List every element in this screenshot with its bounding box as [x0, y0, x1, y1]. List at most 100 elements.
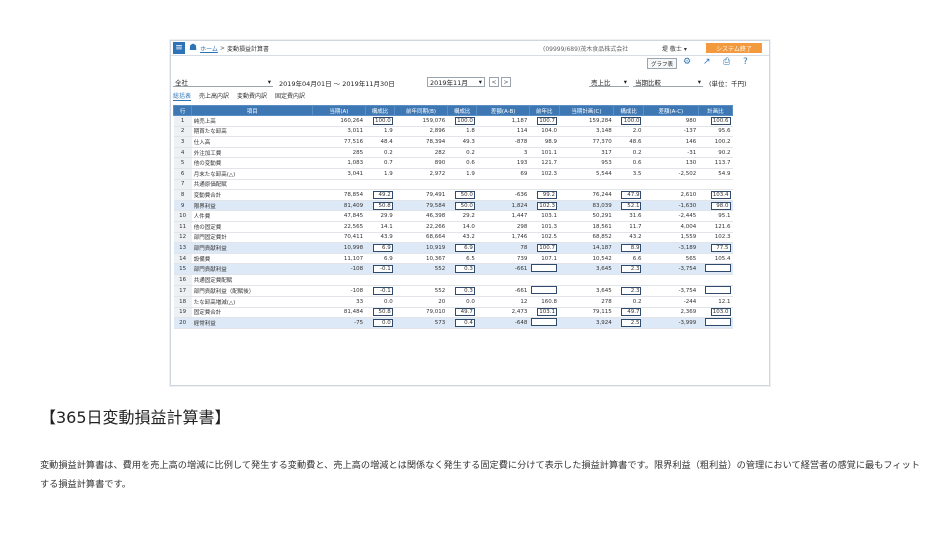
month-select[interactable]: 2019年11月 ▾ [427, 77, 485, 87]
help-icon[interactable]: ? [743, 57, 748, 67]
cell-ab: -661 [476, 263, 530, 276]
menu-icon[interactable]: ≡ [173, 42, 185, 54]
cell-c: 14,187 [559, 242, 614, 254]
cell-a: 10,998 [312, 242, 366, 254]
table-row[interactable]: 6 月末たな卸高(△) 3,041 1.9 2,972 1.9 69 102.3 5,544 3.… [173, 168, 733, 180]
cell-plan: 100.6 [698, 115, 733, 127]
table-row[interactable]: 16 共通固定費配賦 [173, 274, 733, 286]
table-row[interactable]: 4 外注加工費 285 0.2 282 0.2 3 101.1 317 0.2 -31 90.2 [173, 147, 733, 159]
tab-fixed-cost-breakdown[interactable]: 固定費内訳 [275, 91, 305, 101]
table-row[interactable]: 13 部門貢献利益 10,998 6.9 10,919 6.9 78 100.7 14,187 8… [173, 242, 733, 254]
tab-summary[interactable]: 総括表 [173, 91, 192, 101]
cell-a: 22,565 [312, 221, 366, 233]
cell-item: 共通原価配賦 [191, 179, 313, 191]
table-row[interactable]: 20 経常利益 -75 0.0 573 0.4 -648 3,924 2.5 -3,999 [173, 317, 733, 330]
table-row[interactable]: 7 共通原価配賦 [173, 179, 733, 191]
table-row[interactable]: 1 純売上高 160,264 100.0 159,076 100.0 1,187 100.7 1… [173, 115, 733, 127]
cell-rc: 2.3 [613, 285, 644, 297]
tab-variable-cost-breakdown[interactable]: 変動費内訳 [237, 91, 267, 101]
cell-yoy: 102.3 [529, 200, 560, 212]
comparison-select[interactable]: 当期比較 ▾ [633, 77, 703, 87]
table-row[interactable]: 11 他の固定費 22,565 14.1 22,266 14.0 298 101.3 18,56… [173, 221, 733, 233]
cell-yoy [529, 317, 560, 330]
cell-plan: 90.2 [698, 147, 733, 159]
cell-rb: 0.3 [447, 285, 477, 297]
sales-ratio-select[interactable]: 売上比 ▾ [589, 77, 629, 87]
cell-ra: 49.2 [365, 189, 395, 201]
cell-ab: -648 [476, 317, 530, 330]
ratio-box: 6.9 [454, 243, 475, 252]
table-row[interactable]: 17 部門貢献利益（配賦後） -108 -0.1 552 0.3 -661 3,645 2.3-… [173, 285, 733, 297]
table-row[interactable]: 14 設備費 11,107 6.9 10,367 6.5 739 107.1 10,542 6.6… [173, 253, 733, 265]
cell-yoy [529, 285, 560, 297]
table-row[interactable]: 3 仕入高 77,516 48.4 78,394 49.3 -878 98.9 77,370 48… [173, 136, 733, 148]
cell-b [394, 179, 448, 191]
comparison-value: 当期比較 [635, 78, 661, 87]
print-icon[interactable]: ⎙ [723, 57, 730, 67]
table-row[interactable]: 8 変動費合計 78,854 49.2 79,491 50.0 -636 99.2 76,244… [173, 189, 733, 201]
cell-item: 部門貢献利益 [191, 263, 313, 276]
cell-no: 12 [173, 232, 192, 244]
graph-button[interactable]: グラフ表 [647, 58, 677, 69]
cell-c: 5,544 [559, 168, 614, 180]
filter-bar: 全社 ▾ 2019年04月01日 ～ 2019年11月30日 2019年11月 … [171, 77, 769, 89]
ratio-box: 99.2 [537, 190, 558, 199]
cell-ac: 1,559 [643, 232, 699, 244]
cell-item: たな卸高増減(△) [191, 296, 313, 308]
column-header: 項目 [191, 105, 314, 116]
table-row[interactable]: 10 人件費 47,845 29.9 46,398 29.2 1,447 103.1 50,29… [173, 210, 733, 222]
cell-item: 固定費合計 [191, 307, 313, 319]
cell-yoy: 98.9 [529, 136, 560, 148]
table-row[interactable]: 2 期首たな卸高 3,011 1.9 2,896 1.8 114 104.0 3,148 2.0-… [173, 126, 733, 138]
ratio-box: 49.7 [621, 308, 642, 317]
cell-ac: -31 [643, 147, 699, 159]
ratio-box: 100.7 [537, 243, 558, 252]
ratio-box [531, 264, 558, 273]
cell-no: 8 [173, 189, 192, 201]
system-end-button[interactable]: システム終了 [706, 43, 762, 53]
ratio-box: 100.6 [710, 116, 731, 125]
cell-no: 3 [173, 136, 192, 148]
next-month-button[interactable]: > [501, 77, 511, 87]
cell-a: 47,845 [312, 210, 366, 222]
cell-ra: 48.4 [365, 136, 395, 148]
cell-item: 部門固定費計 [191, 232, 313, 244]
breadcrumb-home-link[interactable]: ホーム [200, 44, 218, 53]
prev-month-button[interactable]: < [489, 77, 499, 87]
cell-plan: 12.1 [698, 296, 733, 308]
gear-icon[interactable]: ⚙ [683, 57, 691, 67]
cell-no: 15 [173, 263, 192, 276]
table-row[interactable]: 19 固定費合計 81,484 50.8 79,010 49.7 2,473 103.1 79,… [173, 307, 733, 319]
cell-plan: 95.1 [698, 210, 733, 222]
cell-plan: 98.0 [698, 200, 733, 212]
ratio-box: 0.0 [372, 319, 393, 328]
table-row[interactable]: 15 部門貢献利益 -108 -0.1 552 0.3 -661 3,645 2.3 -3,754 [173, 263, 733, 276]
cell-b: 282 [394, 147, 448, 159]
cell-rb: 1.9 [447, 168, 477, 180]
ratio-box: 2.3 [621, 286, 642, 295]
cell-ac: 2,369 [643, 307, 699, 319]
tab-sales-breakdown[interactable]: 売上高内訳 [199, 91, 229, 101]
table-row[interactable]: 12 部門固定費計 70,411 43.9 68,664 43.2 1,746 102.5 68… [173, 232, 733, 244]
top-bar: ≡ ☗ ホーム > 変動損益計算書 (09999/689)茂木食品株式会社 堤 … [171, 41, 769, 56]
table-row[interactable]: 9 限界利益 81,409 50.8 79,584 50.0 1,824 102.3 83,03… [173, 200, 733, 212]
table-row[interactable]: 18 たな卸高増減(△) 33 0.0 20 0.0 12 160.8 278 0.2 -244 12… [173, 296, 733, 308]
cell-item: 外注加工費 [191, 147, 313, 159]
export-icon[interactable]: ↗ [703, 57, 711, 67]
cell-item: 限界利益 [191, 200, 313, 212]
ratio-box [704, 318, 731, 327]
cell-a: -108 [312, 263, 366, 276]
cell-yoy: 107.1 [529, 253, 560, 265]
cell-rc: 6.6 [613, 253, 644, 265]
cell-item: 共通固定費配賦 [191, 274, 313, 286]
column-header: 構成比 [364, 105, 396, 116]
ratio-box: 2.3 [621, 265, 642, 274]
unit-label: (単位：千円) [709, 80, 747, 88]
company-select[interactable]: 全社 ▾ [173, 77, 273, 87]
org-icon: ☗ [189, 43, 198, 53]
cell-plan [698, 317, 733, 330]
cell-no: 1 [173, 115, 192, 127]
user-menu[interactable]: 堤 敬士 ▾ [662, 44, 687, 53]
table-row[interactable]: 5 他の変動費 1,083 0.7 890 0.6 193 121.7 953 0.6 130 113… [173, 157, 733, 169]
cell-a: -108 [312, 285, 366, 297]
